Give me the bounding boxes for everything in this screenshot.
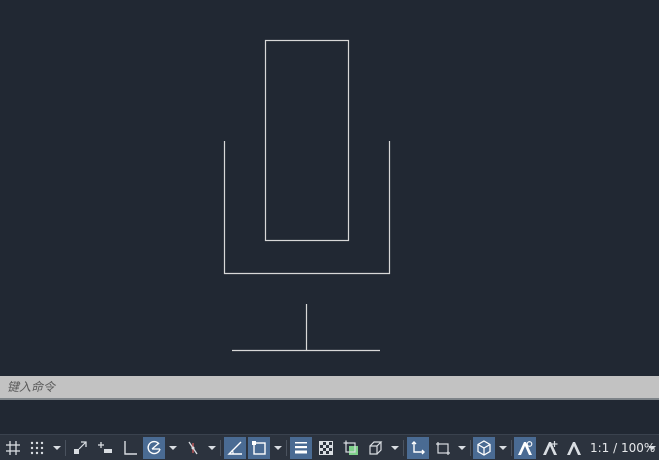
auto-scale-icon[interactable] [539,437,561,459]
polar-dropdown-icon[interactable] [168,437,178,459]
status-bar: 1:1 / 100% [0,434,659,460]
grid-icon[interactable] [2,437,24,459]
zoom-scale-dropdown-icon[interactable] [647,437,657,459]
annotation-scale-icon[interactable] [563,437,585,459]
gizmo-dropdown-icon[interactable] [498,437,508,459]
separator [470,440,471,456]
drawing-canvas[interactable] [0,0,659,376]
separator [511,440,512,456]
outer-u-shape[interactable] [223,141,391,275]
drawing-viewport[interactable] [0,0,659,376]
annotation-visibility-icon[interactable] [514,437,536,459]
separator [220,440,221,456]
separator [286,440,287,456]
object-snap-icon[interactable] [248,437,270,459]
separator [65,440,66,456]
command-input[interactable] [0,376,659,398]
command-history-area [0,400,659,434]
object-snap-tracking-icon[interactable] [224,437,246,459]
inner-rectangle[interactable] [264,39,350,242]
selection-filter-dropdown-icon[interactable] [457,437,467,459]
snap-dropdown-icon[interactable] [52,437,62,459]
snap-dots-icon[interactable] [26,437,48,459]
dynamic-ucs-icon[interactable] [407,437,429,459]
isometric-icon[interactable] [182,437,204,459]
3d-snap-dropdown-icon[interactable] [390,437,400,459]
command-line[interactable] [0,376,659,400]
selection-filter-icon[interactable] [432,437,454,459]
3d-object-snap-icon[interactable] [365,437,387,459]
polar-tracking-icon[interactable] [143,437,165,459]
transparency-icon[interactable] [315,437,337,459]
separator [403,440,404,456]
lineweight-icon[interactable] [290,437,312,459]
infer-constraints-icon[interactable] [69,437,91,459]
zoom-scale-label[interactable]: 1:1 / 100% [590,437,655,459]
dynamic-input-icon[interactable] [94,437,116,459]
ortho-icon[interactable] [119,437,141,459]
isometric-dropdown-icon[interactable] [207,437,217,459]
object-snap-dropdown-icon[interactable] [273,437,283,459]
selection-cycling-icon[interactable] [340,437,362,459]
gizmo-icon[interactable] [473,437,495,459]
